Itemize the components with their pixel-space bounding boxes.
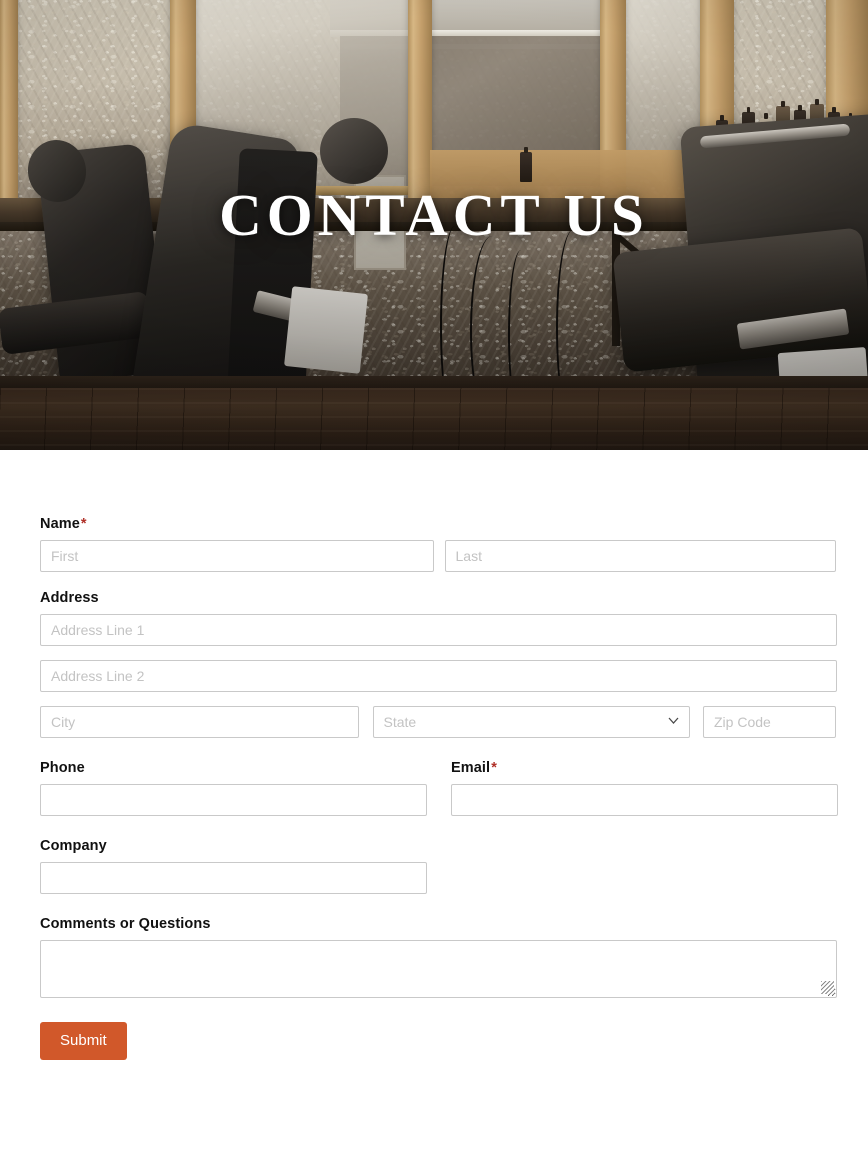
address-line1-input[interactable]	[40, 614, 837, 646]
address-label: Address	[40, 590, 99, 606]
comments-textarea[interactable]	[40, 940, 837, 998]
last-name-input[interactable]	[444, 540, 836, 572]
comments-field-group: Comments or Questions	[40, 916, 837, 998]
contact-form: Name* Address State	[0, 450, 868, 1060]
city-state-zip-row: State	[40, 706, 836, 738]
submit-button[interactable]: Submit	[40, 1022, 127, 1060]
company-input[interactable]	[40, 862, 427, 894]
comments-label: Comments or Questions	[40, 916, 211, 932]
name-label-text: Name	[40, 516, 80, 532]
name-label: Name*	[40, 516, 836, 532]
address-line1-row	[40, 614, 837, 646]
email-field-group: Email*	[451, 760, 838, 816]
phone-input[interactable]	[40, 784, 427, 816]
email-label: Email*	[451, 760, 838, 776]
page-title: CONTACT US	[219, 182, 649, 248]
email-label-text: Email	[451, 760, 491, 776]
name-required-asterisk: *	[80, 516, 87, 532]
zip-code-input[interactable]	[703, 706, 836, 738]
first-name-input[interactable]	[40, 540, 434, 572]
email-input[interactable]	[451, 784, 838, 816]
company-field-group: Company	[40, 838, 836, 894]
address-line2-row	[40, 660, 837, 692]
phone-field-group: Phone	[40, 760, 427, 816]
address-line2-input[interactable]	[40, 660, 837, 692]
name-field-group: Name*	[40, 516, 836, 572]
phone-label: Phone	[40, 760, 85, 776]
state-select-wrapper: State	[372, 706, 690, 738]
phone-email-row: Phone Email*	[40, 760, 838, 816]
state-select[interactable]: State	[372, 706, 690, 738]
hero-banner: CONTACT US	[0, 0, 868, 450]
email-required-asterisk: *	[491, 760, 497, 776]
name-inputs-row	[40, 540, 836, 572]
city-input[interactable]	[40, 706, 359, 738]
address-field-group: Address State	[40, 590, 837, 738]
company-label: Company	[40, 838, 107, 854]
comments-textarea-wrapper	[40, 940, 837, 998]
